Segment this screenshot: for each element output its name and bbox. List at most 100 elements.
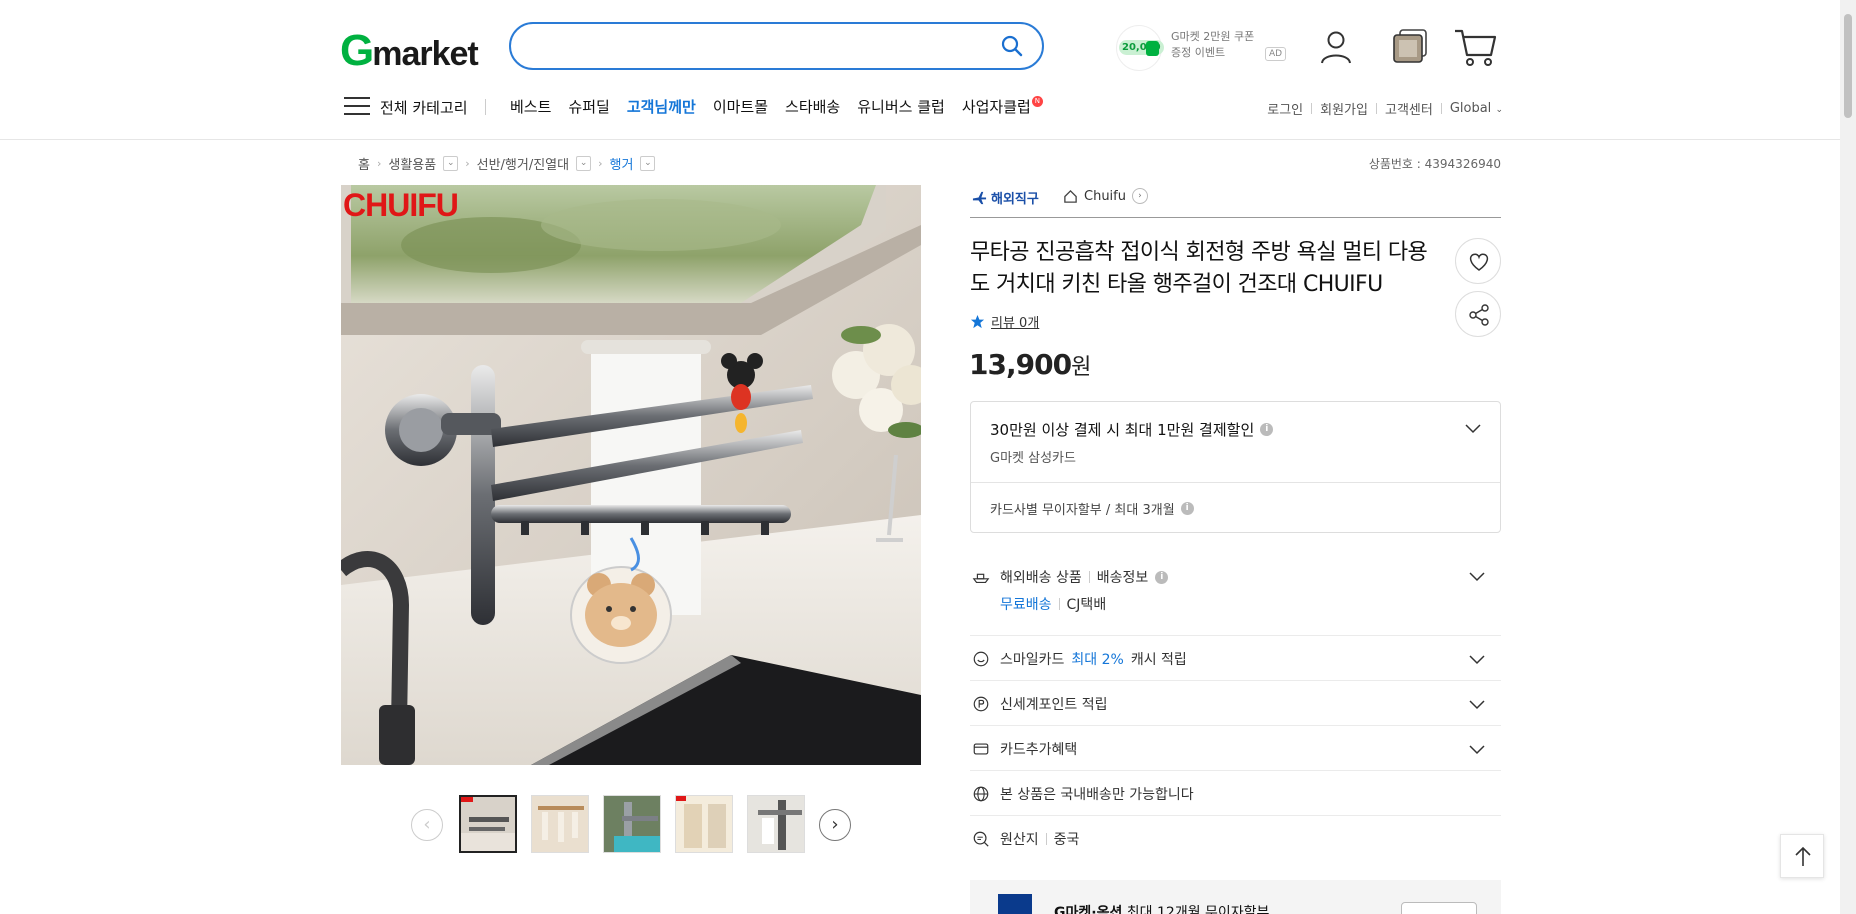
chevron-right-icon: › [831,814,839,835]
partner-name: G마켓·옥션 [1054,905,1123,914]
login-link[interactable]: 로그인 [1267,99,1303,118]
shipping-row[interactable]: 해외배송 상품 배송정보 i 무료배송 CJ택배 [970,552,1501,636]
chevron-down-icon[interactable] [1468,698,1486,710]
breadcrumb-category-2[interactable]: 선반/행거/진열대 [477,154,569,173]
home-icon [1064,189,1077,203]
search-input[interactable] [531,24,1001,68]
thumbnail-4[interactable] [675,795,733,853]
credit-card-icon [973,743,989,755]
chevron-down-icon[interactable] [1468,743,1486,755]
discount-headline-text: 30만원 이상 결제 시 최대 1만원 결제할인 [990,421,1255,439]
shipping-detail-line: 무료배송 CJ택배 [1000,594,1106,614]
partner-banner-button[interactable] [1401,902,1477,914]
chevron-right-icon: › [598,157,603,170]
chevron-down-icon[interactable]: ⌄ [576,156,592,171]
ssg-point-row[interactable]: 신세계포인트 적립 [970,681,1501,726]
free-shipping-label: 무료배송 [1000,597,1052,613]
card-benefit-label: 카드추가혜택 [1000,742,1078,758]
thumbnail-image [676,796,732,852]
breadcrumb-home[interactable]: 홈 [358,154,370,173]
thumbnail-2[interactable] [531,795,589,853]
nav-star-delivery[interactable]: 스타배송 [785,96,840,117]
signup-link[interactable]: 회원가입 [1320,99,1368,118]
chevron-down-icon[interactable] [1468,653,1486,665]
smilecard-rate: 최대 2% [1071,652,1124,668]
chevron-down-icon[interactable] [1468,570,1486,582]
info-icon[interactable]: i [1180,502,1194,515]
nav-divider [485,99,486,115]
smilecard-row[interactable]: 스마일카드 최대 2% 캐시 적립 [970,636,1501,681]
shop-link[interactable]: Chuifu › [1063,188,1148,204]
nav-for-customer[interactable]: 고객님께만 [627,96,696,117]
thumbnail-3[interactable] [603,795,661,853]
thumbnail-1[interactable] [459,795,517,853]
wishlist-button[interactable] [1455,238,1501,284]
hamburger-menu-icon[interactable] [344,96,370,116]
chevron-down-icon[interactable] [1464,422,1482,434]
smilecard-text: 스마일카드 최대 2% 캐시 적립 [1000,649,1187,669]
shipping-label-line: 해외배송 상품 배송정보 i [1000,567,1169,587]
product-price: 13,900원 [969,348,1091,381]
thumbnail-image [748,796,804,852]
arrow-up-icon [1795,846,1811,866]
page-scrollbar[interactable] [1840,0,1856,914]
breadcrumb-current[interactable]: 행거 [610,154,634,173]
new-badge: N [1031,96,1043,107]
chevron-down-icon[interactable]: ⌄ [443,156,459,171]
scroll-to-top-button[interactable] [1780,834,1824,878]
domestic-only-text: 본 상품은 국내배송만 가능합니다 [1000,784,1194,804]
review-count: 리뷰 0개 [991,316,1040,331]
card-discount-box[interactable]: 30만원 이상 결제 시 최대 1만원 결제할인 i G마켓 삼성카드 카드사별 … [970,401,1501,533]
thumbnail-prev-button[interactable]: ‹ [411,809,443,841]
header-divider [0,139,1856,140]
product-main-image[interactable]: CHUIFU [341,185,921,765]
thumbnail-image [461,797,515,851]
nav-universe-club[interactable]: 유니버스 클럽 [857,96,945,117]
review-link[interactable]: 리뷰 0개 [970,312,1039,331]
breadcrumb: 홈 › 생활용품 ⌄ › 선반/행거/진열대 ⌄ › 행거 ⌄ [358,154,656,173]
card-benefit-row[interactable]: 카드추가혜택 [970,726,1501,771]
thumbnail-5[interactable] [747,795,805,853]
courier-label: CJ택배 [1066,597,1107,613]
discount-headline: 30만원 이상 결제 시 최대 1만원 결제할인 i [990,419,1274,440]
origin-text: 원산지 중국 [1000,829,1079,849]
nav-superdeal[interactable]: 슈퍼딜 [568,96,609,117]
thumbnail-next-button[interactable]: › [819,809,851,841]
chevron-down-icon: ⌄ [1495,105,1503,115]
nav-emart-mall[interactable]: 이마트몰 [713,96,768,117]
domestic-only-label: 본 상품은 국내배송만 가능합니다 [1000,787,1194,803]
chevron-down-icon[interactable]: ⌄ [640,156,656,171]
smilecard-label: 스마일카드 [1000,652,1065,668]
nav-best[interactable]: 베스트 [510,96,551,117]
partner-installment-banner[interactable]: G마켓·옥션 최대 12개월 무이자할부 [970,880,1501,914]
global-dropdown[interactable]: Global ⌄ [1450,101,1503,116]
domestic-only-row: 본 상품은 국내배송만 가능합니다 [970,771,1501,816]
heart-icon [1469,253,1489,271]
nav-business-club[interactable]: 사업자클럽 N [962,96,1043,117]
product-title: 무타공 진공흡착 접이식 회전형 주방 욕실 멀티 다용도 거치대 키친 타올 … [970,240,1428,297]
all-categories-button[interactable]: 전체 카테고리 [380,97,468,118]
divider [1058,598,1060,610]
recent-viewed-icon[interactable] [1391,28,1429,64]
coupon-banner-text[interactable]: G마켓 2만원 쿠폰 증정 이벤트 [1171,29,1254,61]
customer-center-link[interactable]: 고객센터 [1385,99,1433,118]
ssg-point-text: 신세계포인트 적립 [1000,694,1108,714]
info-icon[interactable]: i [1155,570,1169,584]
info-icon[interactable]: i [1260,423,1274,436]
product-number: 상품번호 : 4394326940 [1368,157,1501,171]
main-nav: 베스트 슈퍼딜 고객님께만 이마트몰 스타배송 유니버스 클럽 사업자클럽 N [510,96,1043,117]
scrollbar-thumb[interactable] [1844,14,1852,118]
coupon-line-2: 증정 이벤트 [1171,46,1226,59]
breadcrumb-category-1[interactable]: 생활용품 [388,154,436,173]
share-button[interactable] [1455,291,1501,337]
cart-icon[interactable] [1453,27,1497,67]
my-page-icon[interactable] [1318,29,1354,65]
price-unit: 원 [1071,355,1091,380]
gmarket-logo[interactable]: Gmarket [340,26,479,76]
title-top-divider [970,217,1501,218]
util-divider [1375,103,1377,114]
chevron-right-icon: › [376,157,382,170]
divider [1045,833,1047,845]
search-icon[interactable] [1000,34,1024,58]
coupon-banner-icon[interactable]: 20,000 [1116,25,1164,71]
